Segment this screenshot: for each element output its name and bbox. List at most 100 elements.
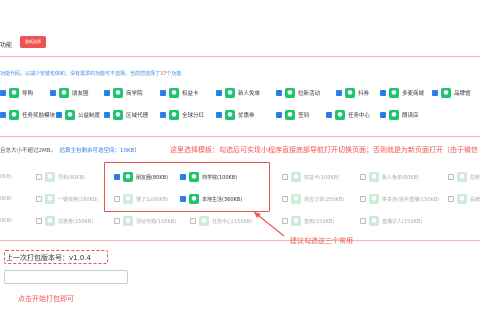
feature-item-moments[interactable]: ● 朋友圈 [50,88,89,98]
signin-icon: ● [291,216,301,226]
gift-icon: ● [369,172,379,182]
page-option-newuser[interactable]: ● 新人免单(60KB) [360,172,419,182]
remaining-space-estimate: 估算主包剩余可选空间：10KB [59,148,135,154]
checkbox[interactable] [380,112,386,118]
page-option-guide[interactable]: ● 导购(60KB) [36,172,85,182]
live-icon: ● [369,216,379,226]
divider [0,240,480,241]
start-packaging-note: 点击开始打包即可 [18,295,74,303]
checkbox[interactable] [160,90,166,96]
page-option-card[interactable]: ● 权益卡(100KB) [282,172,339,182]
store-icon: ● [389,110,399,120]
feature-item-brand[interactable]: ● 品牌馆 [432,88,471,98]
page-option-invite[interactable]: ● 拉新 [448,172,480,182]
function-description: 功能代码，以减少安装包体积，没有需求的功能可不选择。当前您选择了37个功能 [0,71,182,77]
agent-icon: ● [113,110,123,120]
checkbox[interactable] [360,196,366,202]
signin-icon: ● [285,110,295,120]
center-icon: ● [335,110,345,120]
checkbox[interactable] [160,112,166,118]
checkbox[interactable] [0,112,6,118]
page-option[interactable]: 0KB) [0,196,12,202]
page-option-task-center[interactable]: ● 任务中心(150KB) [190,216,252,226]
globe-icon: ● [169,110,179,120]
divider [0,56,480,57]
live-icon: ● [369,194,379,204]
gift-icon: ● [225,88,235,98]
page-option-pdd-kuaishou[interactable]: ● 拼多多(快手直播(150KB) [360,194,439,204]
checkbox[interactable] [326,112,332,118]
center-icon: ● [199,216,209,226]
checkbox[interactable] [448,174,454,180]
feature-item-newuser[interactable]: ● 新人免单 [216,88,260,98]
section-label: 功能 [0,42,13,49]
checkbox[interactable] [336,90,342,96]
last-version-label: 上一次打包版本号：v1.0.4 [6,254,91,262]
feature-item-charity[interactable]: ● 公益制度 [56,110,100,120]
checkbox[interactable] [282,196,288,202]
feature-item-signin[interactable]: ● 签到 [276,110,309,120]
checkbox[interactable] [380,90,386,96]
checkbox[interactable] [36,218,42,224]
checkbox[interactable] [448,196,454,202]
page-option-live-talent[interactable]: ● 直播达人(150KB) [360,216,422,226]
checkbox[interactable] [216,90,222,96]
brand-icon: ● [457,194,467,204]
checkbox[interactable] [282,174,288,180]
card-icon: ● [169,88,179,98]
mall-icon: ● [389,88,399,98]
page-option-brand[interactable]: ● 品牌 [448,194,480,204]
page-option-coupon-search[interactable]: ● 一键找券(180KB) [36,194,98,204]
feature-item-task-center[interactable]: ● 任务中心 [326,110,370,120]
coupon-icon: ● [345,88,355,98]
order-icon: ● [291,194,301,204]
search-icon: ● [45,194,55,204]
reset-selection-button[interactable]: 重新选择 [20,36,46,48]
template-annotation: 这里选择模板：勾选后可实现小程序直接底部导航打开切换页面；否则就是为新页面打开（… [170,146,478,154]
checkbox[interactable] [276,90,282,96]
feature-item-invite[interactable]: ● 拉新活动 [276,88,320,98]
checkbox[interactable] [36,174,42,180]
checkbox[interactable] [104,112,110,118]
checkbox[interactable] [36,196,42,202]
checkbox[interactable] [56,112,62,118]
size-limit-note: 且总大小不超过2MB。 估算主包剩余可选空间：10KB） [0,148,140,154]
feature-item-reading-store[interactable]: ● 朗读店 [380,110,419,120]
checkbox[interactable] [0,90,6,96]
feature-item-guide[interactable]: ● 导购 [0,88,33,98]
checkbox[interactable] [216,112,222,118]
checkbox[interactable] [360,174,366,180]
checkbox[interactable] [276,112,282,118]
page-option-taobao-order[interactable]: ● 淘宝订单(250KB) [282,194,344,204]
feature-item-douquan[interactable]: ● 抖券 [336,88,369,98]
arrow-icon [253,211,285,237]
version-input[interactable] [4,270,128,284]
feature-item-region-agent[interactable]: ● 区域代理 [104,110,148,120]
page-option[interactable]: 0KB) [0,174,12,180]
checkbox[interactable] [50,90,56,96]
charity-icon: ● [65,110,75,120]
task-icon: ● [9,110,19,120]
recommendation-annotation: 建议勾选这三个常用 [290,237,353,245]
page-option-activity[interactable]: ● 活动专题(150KB) [114,216,176,226]
feature-item-global-bonus[interactable]: ● 全球分红 [160,110,204,120]
feature-item-school[interactable]: ● 商学院 [104,88,143,98]
feature-item-coupon[interactable]: ● 优惠券 [216,110,255,120]
feature-item-task-reward[interactable]: ● 任务奖励模块 [0,110,55,120]
checkbox[interactable] [190,218,196,224]
activity-icon: ● [123,216,133,226]
feature-item-mall[interactable]: ● 多麦商城 [380,88,424,98]
checkbox[interactable] [104,90,110,96]
feature-item-card[interactable]: ● 权益卡 [160,88,199,98]
card-icon: ● [291,172,301,182]
brand-icon: ● [441,88,451,98]
invite-icon: ● [285,88,295,98]
checkbox[interactable] [360,218,366,224]
checkbox[interactable] [432,90,438,96]
ticket-icon: ● [225,110,235,120]
page-option[interactable]: 0KB) [0,218,12,224]
invite-icon: ● [457,172,467,182]
page-option-coupon[interactable]: ● 优惠券(150KB) [36,216,93,226]
school-icon: ● [113,88,123,98]
checkbox[interactable] [114,218,120,224]
